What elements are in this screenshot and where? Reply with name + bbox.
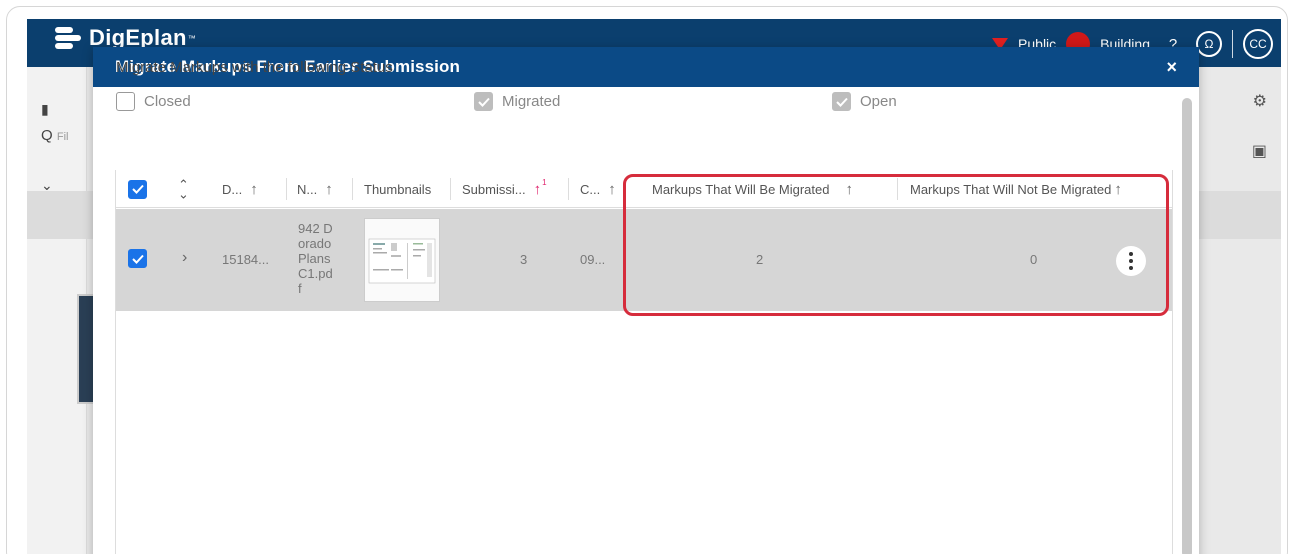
column-header-n[interactable]: N... ↑ xyxy=(297,170,333,208)
sort-arrow-icon: ↑ xyxy=(533,180,542,198)
table-header: ⌃ ⌃ D... ↑ N... ↑ Thumbnails Submissi... ↑ 1 … xyxy=(116,170,1172,208)
column-header-thumbnails[interactable]: Thumbnails xyxy=(364,170,431,208)
column-header-will-migrate[interactable]: Markups That Will Be Migrated ↑ xyxy=(652,170,853,208)
row-will-migrate-cell: 2 xyxy=(756,252,764,267)
column-header-d[interactable]: D... ↑ xyxy=(222,170,258,208)
status-label: Migrate Markups with the following Statu… xyxy=(116,59,393,76)
closed-checkbox[interactable] xyxy=(116,92,135,111)
expand-all-icon[interactable]: ⌃ ⌃ xyxy=(178,170,189,208)
column-header-will-not-migrate[interactable]: Markups That Will Not Be Migrated ↑ xyxy=(910,170,1122,208)
migrated-checkbox[interactable] xyxy=(474,92,493,111)
bookmark-icon[interactable]: ▮ xyxy=(41,101,49,118)
row-name-cell: 942 D orado Plans C1.pd f xyxy=(298,221,333,296)
row-c-cell: 09... xyxy=(580,252,606,267)
column-header-c[interactable]: C... ↑ xyxy=(580,170,616,208)
column-divider xyxy=(450,178,451,200)
row-thumbnail[interactable] xyxy=(364,218,440,302)
row-expand-chevron-icon[interactable]: › xyxy=(182,249,187,267)
row-checkbox[interactable] xyxy=(128,249,147,268)
column-divider xyxy=(286,178,287,200)
filter-migrated[interactable]: Migrated xyxy=(474,92,560,111)
status-filter-row: Closed Migrated Open xyxy=(116,92,1016,116)
search-icon[interactable]: Q Fil xyxy=(41,127,68,144)
header-divider xyxy=(1232,30,1233,58)
logo-mark-icon xyxy=(55,25,83,51)
user-icon[interactable]: Ω xyxy=(1196,31,1222,57)
row-d-cell: 15184... xyxy=(222,252,269,267)
open-checkbox[interactable] xyxy=(832,92,851,111)
row-more-options-icon[interactable] xyxy=(1116,246,1146,276)
filter-closed-label: Closed xyxy=(144,93,191,110)
filter-open-label: Open xyxy=(860,93,897,110)
column-divider xyxy=(897,178,898,200)
column-divider xyxy=(352,178,353,200)
filter-placeholder: Fil xyxy=(56,131,69,143)
column-header-submission[interactable]: Submissi... ↑ 1 xyxy=(462,170,547,208)
select-all-checkbox[interactable] xyxy=(128,170,147,208)
dialog-scrollbar[interactable] xyxy=(1182,98,1192,554)
close-icon[interactable]: × xyxy=(1166,57,1177,78)
sort-arrow-icon: ↑ xyxy=(325,180,333,198)
settings-gear-icon[interactable]: ⚙ xyxy=(1253,91,1267,111)
logo-trademark: ™ xyxy=(187,33,196,43)
sort-arrow-icon: ↑ xyxy=(845,180,854,198)
sort-arrow-icon: ↑ xyxy=(608,180,616,198)
table-right-border xyxy=(1172,170,1173,554)
fit-view-icon[interactable]: ▣ xyxy=(1252,141,1267,161)
sort-arrow-icon: ↑ xyxy=(1114,180,1122,198)
filter-open[interactable]: Open xyxy=(832,92,897,111)
row-submission-cell: 3 xyxy=(520,252,528,267)
column-divider xyxy=(568,178,569,200)
sort-index: 1 xyxy=(542,177,547,187)
table-row[interactable]: › 15184... 942 D orado Plans C1.pd f 3 0… xyxy=(116,209,1172,311)
filter-closed[interactable]: Closed xyxy=(116,92,191,111)
sort-arrow-icon: ↑ xyxy=(250,180,258,198)
filter-migrated-label: Migrated xyxy=(502,93,561,110)
row-will-not-migrate-cell: 0 xyxy=(1030,252,1038,267)
avatar[interactable]: CC xyxy=(1243,29,1273,59)
